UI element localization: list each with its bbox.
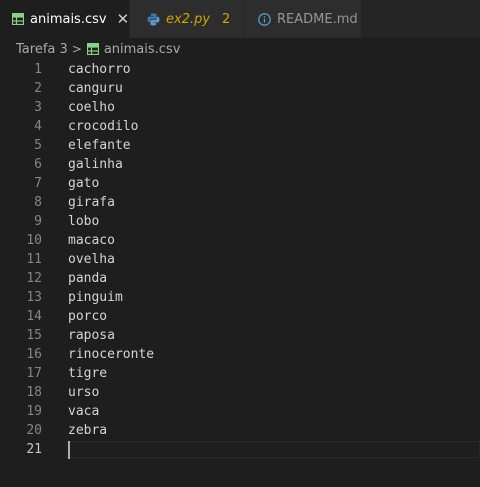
tab-bar-empty-area — [362, 0, 480, 38]
editor-line[interactable]: 1 cachorro — [0, 60, 480, 79]
editor-line[interactable]: 6 galinha — [0, 155, 480, 174]
breadcrumb-folder[interactable]: Tarefa 3 — [16, 42, 68, 57]
line-number: 19 — [26, 404, 42, 419]
line-number: 8 — [34, 195, 42, 210]
current-line-highlight — [66, 441, 480, 458]
editor-line[interactable]: 9 lobo — [0, 212, 480, 231]
line-text: canguru — [68, 81, 123, 96]
line-text: ovelha — [68, 252, 115, 267]
close-icon[interactable]: ✕ — [117, 11, 130, 27]
editor-line[interactable]: 8 girafa — [0, 193, 480, 212]
line-text: pinguim — [68, 290, 123, 305]
line-text: macaco — [68, 233, 115, 248]
line-number: 17 — [26, 366, 42, 381]
line-text: elefante — [68, 138, 131, 153]
line-number: 14 — [26, 309, 42, 324]
line-text: lobo — [68, 214, 100, 229]
editor-line[interactable]: 10 macaco — [0, 231, 480, 250]
tab-ex2-py[interactable]: ex2.py 2 — [130, 0, 244, 38]
line-text: gato — [68, 176, 100, 191]
line-number: 1 — [34, 62, 42, 77]
editor-line[interactable]: 18 urso — [0, 383, 480, 402]
line-number: 3 — [34, 100, 42, 115]
tab-label: README.md — [277, 11, 358, 27]
editor-line[interactable]: 4 crocodilo — [0, 117, 480, 136]
editor-line[interactable]: 17 tigre — [0, 364, 480, 383]
line-number: 21 — [26, 442, 42, 457]
editor-line[interactable]: 5 elefante — [0, 136, 480, 155]
code-editor[interactable]: 1 cachorro 2 canguru 3 coelho 4 crocodilo 5 elefa… — [0, 60, 480, 487]
line-number: 13 — [26, 290, 42, 305]
line-text: galinha — [68, 157, 123, 172]
tab-readme-md[interactable]: README.md — [244, 0, 362, 38]
tab-bar: animais.csv ✕ ex2.py 2 README.md — [0, 0, 480, 38]
line-number: 12 — [26, 271, 42, 286]
line-number: 20 — [26, 423, 42, 438]
editor-line[interactable]: 21 — [0, 440, 480, 459]
editor-line[interactable]: 14 porco — [0, 307, 480, 326]
editor-line[interactable]: 20 zebra — [0, 421, 480, 440]
line-number: 10 — [26, 233, 42, 248]
editor-line[interactable]: 19 vaca — [0, 402, 480, 421]
line-text: raposa — [68, 328, 115, 343]
python-icon — [146, 12, 160, 26]
editor-line[interactable]: 13 pinguim — [0, 288, 480, 307]
editor-line[interactable]: 3 coelho — [0, 98, 480, 117]
line-text: cachorro — [68, 62, 131, 77]
tab-animais-csv[interactable]: animais.csv ✕ — [0, 0, 130, 38]
line-number: 15 — [26, 328, 42, 343]
line-text: rinoceronte — [68, 347, 155, 362]
editor-line[interactable]: 11 ovelha — [0, 250, 480, 269]
line-number: 2 — [34, 81, 42, 96]
editor-line[interactable]: 15 raposa — [0, 326, 480, 345]
chevron-right-icon: > — [71, 42, 82, 56]
line-text: girafa — [68, 195, 115, 210]
line-number: 5 — [34, 138, 42, 153]
line-number: 18 — [26, 385, 42, 400]
editor-line[interactable]: 16 rinoceronte — [0, 345, 480, 364]
line-text: urso — [68, 385, 100, 400]
line-text: crocodilo — [68, 119, 139, 134]
line-number: 9 — [34, 214, 42, 229]
tab-label: ex2.py — [166, 11, 211, 27]
tab-label: animais.csv — [30, 11, 107, 27]
line-text: tigre — [68, 366, 108, 381]
breadcrumb: Tarefa 3 > animais.csv — [0, 38, 480, 60]
line-number: 16 — [26, 347, 42, 362]
csv-table-icon — [86, 43, 99, 55]
text-cursor — [68, 441, 70, 459]
line-number: 6 — [34, 157, 42, 172]
line-text: panda — [68, 271, 108, 286]
line-number: 7 — [34, 176, 42, 191]
line-text: zebra — [68, 423, 108, 438]
line-text: vaca — [68, 404, 100, 419]
csv-table-icon — [12, 12, 24, 26]
editor-line[interactable]: 12 panda — [0, 269, 480, 288]
line-text: coelho — [68, 100, 115, 115]
info-icon — [258, 12, 271, 26]
problem-count-badge: 2 — [222, 11, 231, 27]
line-number: 4 — [34, 119, 42, 134]
line-text: porco — [68, 309, 108, 324]
line-number: 11 — [26, 252, 42, 267]
editor-line[interactable]: 2 canguru — [0, 79, 480, 98]
editor-line[interactable]: 7 gato — [0, 174, 480, 193]
breadcrumb-file[interactable]: animais.csv — [104, 42, 181, 57]
